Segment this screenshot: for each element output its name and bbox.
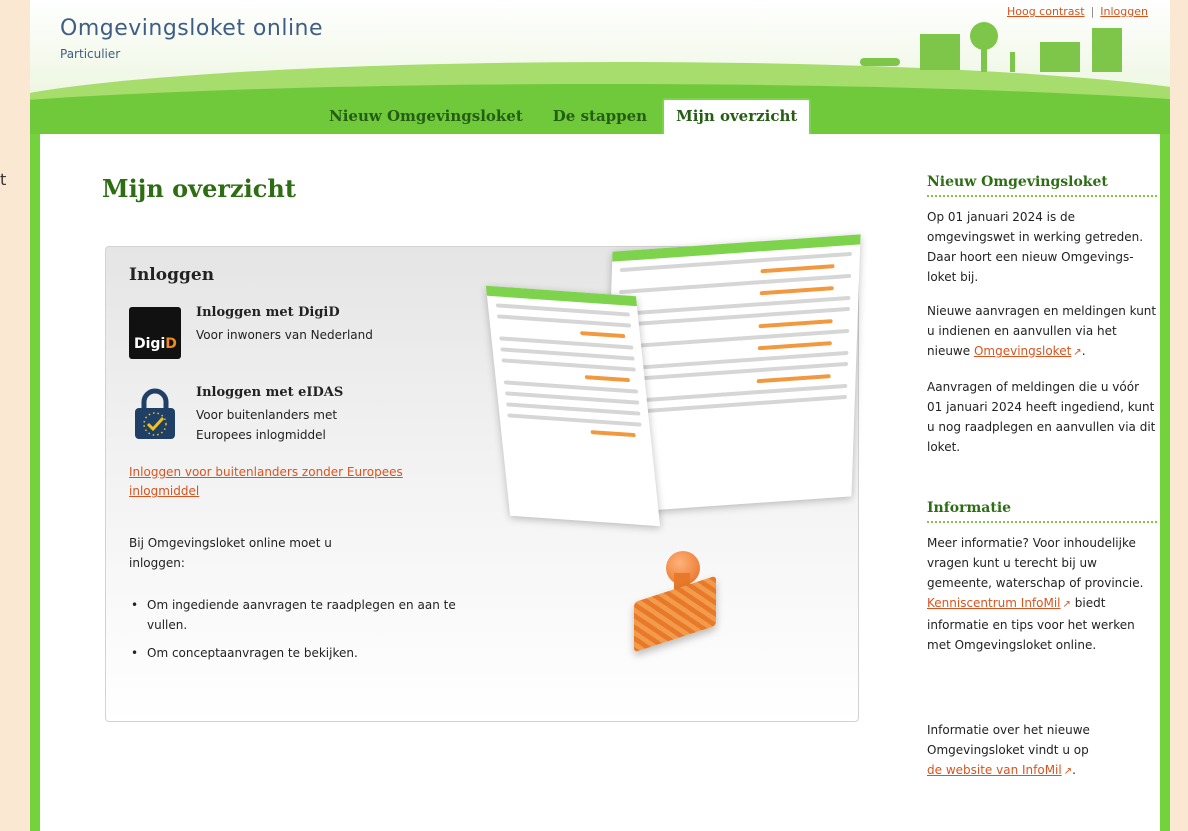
eidas-login-option[interactable]: Inloggen met eIDAS Voor buitenlanders me… — [129, 385, 449, 449]
sidebar-paragraph: Aanvragen of meldingen die u vóór 01 jan… — [927, 380, 1156, 454]
infomil-link[interactable]: Kenniscentrum InfoMil — [927, 596, 1061, 610]
person-shape — [1010, 52, 1015, 72]
sidebar-text: Meer informatie? Voor inhoudelijke vrage… — [927, 536, 1144, 590]
eidas-title[interactable]: Inloggen met eIDAS — [196, 385, 343, 400]
sidebar-paragraph: Meer informatie? Voor inhoudelijke vrage… — [927, 533, 1157, 655]
foreigners-without-eidas-link[interactable]: Inloggen voor buitenlanders zonder Europ… — [129, 463, 429, 501]
infomil-website-link[interactable]: de website van InfoMil — [927, 763, 1062, 777]
sidebar-paragraph: Informatie over het nieuwe Omgevingsloke… — [927, 720, 1157, 782]
sidebar-paragraph: Nieuwe aanvragen en meldingen kunt u ind… — [927, 301, 1157, 363]
link-separator: | — [1090, 5, 1095, 18]
content-area: Mijn overzicht Inloggen DigiD Inloggen m… — [40, 134, 1160, 831]
sidebar-heading-informatie: Informatie — [927, 498, 1157, 523]
tab-nieuw-omgevingsloket[interactable]: Nieuw Omgevingsloket — [314, 98, 538, 135]
top-links: Hoog contrast | Inloggen — [1007, 5, 1148, 18]
sidebar-text: Informatie over het nieuwe Omgevingsloke… — [927, 723, 1090, 757]
sidebar-text: . — [1081, 344, 1086, 358]
external-link-icon: ↗ — [1073, 347, 1082, 358]
tab-de-stappen[interactable]: De stappen — [538, 98, 662, 135]
site-title[interactable]: Omgevingsloket online — [60, 16, 323, 41]
list-item: Om conceptaanvragen te bekijken. — [129, 643, 459, 663]
external-link-icon: ↗ — [1062, 599, 1071, 610]
content-frame: Mijn overzicht Inloggen DigiD Inloggen m… — [30, 134, 1170, 831]
car-shape — [860, 58, 900, 66]
list-item: Om ingediende aanvragen te raadplegen en… — [129, 595, 459, 635]
digid-logo-letter: D — [165, 336, 177, 352]
house-shape — [920, 34, 960, 70]
sidebar-new-loket: Nieuw Omgevingsloket Op 01 januari 2024 … — [927, 172, 1157, 471]
main-tabs: Nieuw Omgevingsloket De stappen Mijn ove… — [314, 98, 812, 135]
tree-trunk-shape — [981, 48, 987, 72]
high-contrast-link[interactable]: Hoog contrast — [1007, 5, 1085, 18]
login-panel: Inloggen DigiD Inloggen met DigiD Voor i… — [105, 234, 861, 722]
document-front — [485, 285, 661, 527]
tab-mijn-overzicht[interactable]: Mijn overzicht — [662, 98, 812, 135]
site-header: Omgevingsloket online Particulier Hoog c… — [30, 0, 1170, 136]
sidebar-heading-new-loket: Nieuw Omgevingsloket — [927, 172, 1157, 197]
login-intro: Bij Omgevingsloket online moet u inlogge… — [129, 536, 332, 570]
sidebar-text: . — [1072, 763, 1076, 777]
login-link[interactable]: Inloggen — [1100, 5, 1148, 18]
digid-title[interactable]: Inloggen met DigiD — [196, 305, 340, 320]
building-shape — [1092, 28, 1122, 72]
external-link-icon: ↗ — [1063, 766, 1073, 777]
digid-login-option[interactable]: DigiD Inloggen met DigiD Voor inwoners v… — [129, 305, 449, 369]
sidebar-new-loket-info: Informatie over het nieuwe Omgevingsloke… — [927, 720, 1157, 782]
eidas-description: Voor buitenlanders met Europees inlogmid… — [196, 408, 338, 442]
digid-logo: DigiD — [129, 307, 181, 359]
sidebar-paragraph: Op 01 januari 2024 is de omgevingswet in… — [927, 210, 1144, 284]
stray-character: t — [0, 170, 7, 189]
sidebar-informatie: Informatie Meer informatie? Voor inhoude… — [927, 498, 1157, 669]
login-heading: Inloggen — [129, 265, 215, 285]
login-reasons-list: Om ingediende aanvragen te raadplegen en… — [129, 595, 459, 671]
page: Omgevingsloket online Particulier Hoog c… — [30, 0, 1170, 831]
omgevingsloket-link[interactable]: Omgevingsloket — [974, 344, 1071, 358]
digid-description: Voor inwoners van Nederland — [196, 328, 373, 342]
page-title: Mijn overzicht — [102, 174, 296, 203]
digid-logo-text: Digi — [134, 336, 166, 352]
site-subtitle: Particulier — [60, 47, 121, 61]
eidas-lock-icon — [135, 388, 175, 439]
shed-shape — [1040, 42, 1080, 72]
landscape-illustration — [860, 22, 1140, 76]
tree-shape — [970, 22, 998, 50]
